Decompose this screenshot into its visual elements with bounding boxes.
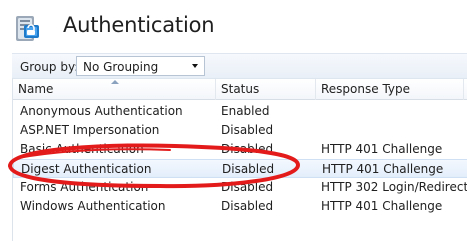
row-status: Enabled (221, 104, 270, 118)
row-name: Windows Authentication (20, 199, 166, 213)
row-name: Digest Authentication (21, 162, 152, 176)
sort-ascending-icon (111, 80, 119, 84)
row-status: Disabled (221, 180, 274, 194)
row-status: Disabled (221, 123, 274, 137)
row-response-type: HTTP 401 Challenge (322, 162, 444, 176)
row-status: Disabled (221, 199, 274, 213)
authentication-icon (16, 16, 39, 41)
page-header: Authentication (0, 0, 467, 52)
table-row-aspnet-impersonation[interactable]: ASP.NET Impersonation Disabled (13, 121, 467, 140)
group-by-value: No Grouping (83, 60, 159, 74)
table-row-digest-authentication[interactable]: Digest Authentication Disabled HTTP 401 … (13, 159, 467, 178)
row-status: Disabled (222, 162, 275, 176)
column-response-type-header[interactable]: Response Type (316, 79, 464, 100)
group-toolbar: Group by: No Grouping (12, 53, 467, 78)
table-row-windows-authentication[interactable]: Windows Authentication Disabled HTTP 401… (13, 197, 467, 216)
column-name-header[interactable]: Name (13, 79, 216, 100)
authentication-table: Name Status Response Type Anonymous Auth… (12, 78, 467, 241)
row-status: Disabled (221, 142, 274, 156)
row-name: Forms Authentication (20, 180, 149, 194)
table-row-basic-authentication[interactable]: Basic Authentication Disabled HTTP 401 C… (13, 140, 467, 159)
row-name: Anonymous Authentication (20, 104, 183, 118)
table-row-anonymous-authentication[interactable]: Anonymous Authentication Enabled (13, 102, 467, 121)
row-response-type: HTTP 302 Login/Redirect (321, 180, 467, 194)
row-name: ASP.NET Impersonation (20, 123, 160, 137)
column-status-header[interactable]: Status (216, 79, 316, 100)
table-header: Name Status Response Type (13, 78, 467, 100)
row-response-type: HTTP 401 Challenge (321, 142, 443, 156)
row-response-type: HTTP 401 Challenge (321, 199, 443, 213)
group-by-select[interactable]: No Grouping (76, 56, 205, 76)
chevron-down-icon (192, 64, 198, 68)
table-row-forms-authentication[interactable]: Forms Authentication Disabled HTTP 302 L… (13, 178, 467, 197)
group-by-label: Group by: (20, 60, 79, 74)
page-title: Authentication (63, 13, 215, 37)
row-name: Basic Authentication (20, 142, 144, 156)
